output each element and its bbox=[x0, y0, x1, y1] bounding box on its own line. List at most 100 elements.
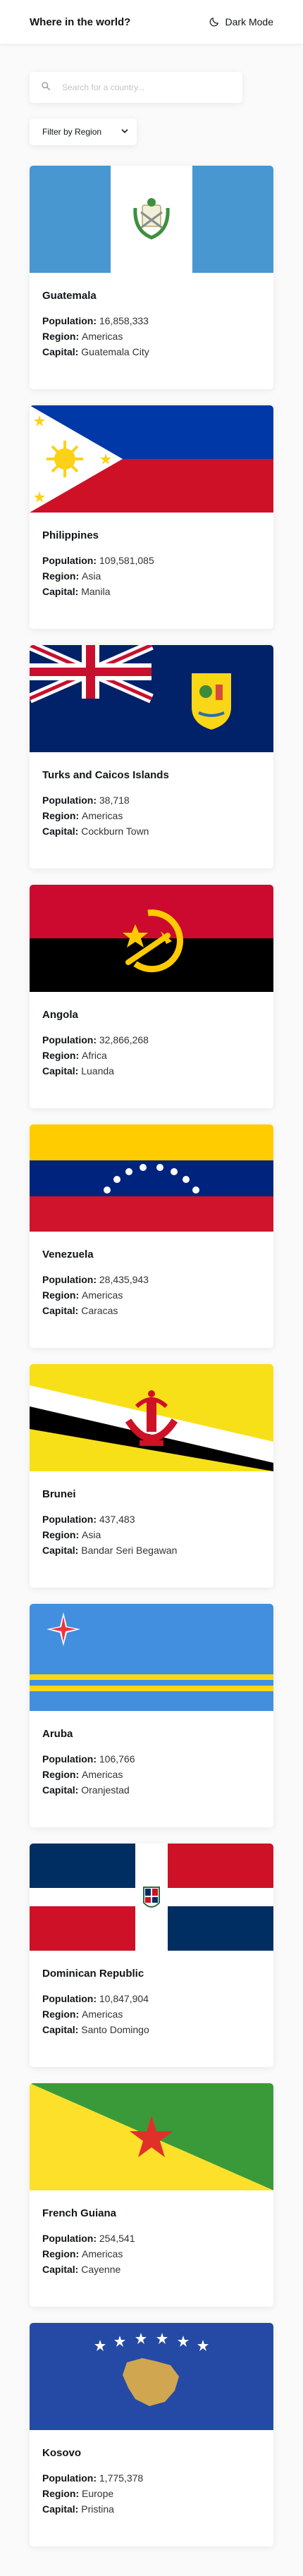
flag-guatemala bbox=[30, 166, 273, 273]
capital-value: Cayenne bbox=[81, 2264, 121, 2275]
region-filter-select[interactable]: Filter by Region bbox=[30, 118, 137, 145]
capital-label: Capital: bbox=[42, 586, 79, 597]
capital-value: Santo Domingo bbox=[81, 2024, 149, 2035]
country-card[interactable]: Brunei Population: 437,483 Region: Asia … bbox=[30, 1364, 273, 1588]
population-label: Population: bbox=[42, 2233, 97, 2244]
flag-venezuela bbox=[30, 1124, 273, 1232]
population-label: Population: bbox=[42, 555, 97, 566]
region-line: Region: Asia bbox=[42, 568, 261, 584]
region-label: Region: bbox=[42, 331, 80, 342]
population-value: 109,581,085 bbox=[99, 555, 154, 566]
search-icon bbox=[41, 81, 51, 94]
region-line: Region: Africa bbox=[42, 1048, 261, 1063]
dark-mode-label: Dark Mode bbox=[225, 16, 273, 27]
population-line: Population: 38,718 bbox=[42, 792, 261, 808]
region-line: Region: Americas bbox=[42, 2246, 261, 2262]
population-line: Population: 254,541 bbox=[42, 2231, 261, 2246]
region-value: Asia bbox=[82, 1529, 101, 1540]
capital-value: Oranjestad bbox=[81, 1784, 130, 1796]
country-name: Dominican Republic bbox=[42, 1968, 144, 1980]
flag-aruba bbox=[30, 1604, 273, 1711]
population-value: 254,541 bbox=[99, 2233, 135, 2244]
population-line: Population: 28,435,943 bbox=[42, 1272, 261, 1287]
capital-value: Cockburn Town bbox=[81, 826, 149, 837]
region-value: Americas bbox=[82, 2008, 123, 2020]
capital-line: Capital: Cockburn Town bbox=[42, 823, 261, 839]
population-line: Population: 109,581,085 bbox=[42, 553, 261, 568]
region-label: Region: bbox=[42, 1769, 80, 1780]
population-value: 1,775,378 bbox=[99, 2472, 144, 2484]
capital-value: Guatemala City bbox=[81, 346, 149, 357]
app-title[interactable]: Where in the world? bbox=[30, 16, 130, 28]
country-card[interactable]: Philippines Population: 109,581,085 Regi… bbox=[30, 405, 273, 629]
capital-value: Pristina bbox=[81, 2503, 114, 2515]
population-label: Population: bbox=[42, 315, 97, 326]
app-header: Where in the world? Dark Mode bbox=[0, 0, 303, 44]
region-line: Region: Asia bbox=[42, 1527, 261, 1542]
dark-mode-toggle[interactable]: Dark Mode bbox=[209, 16, 273, 27]
capital-line: Capital: Cayenne bbox=[42, 2262, 261, 2277]
capital-line: Capital: Oranjestad bbox=[42, 1782, 261, 1798]
country-name: French Guiana bbox=[42, 2207, 117, 2219]
population-line: Population: 106,766 bbox=[42, 1751, 261, 1767]
country-card[interactable]: Aruba Population: 106,766 Region: Americ… bbox=[30, 1604, 273, 1827]
country-name: Turks and Caicos Islands bbox=[42, 769, 169, 781]
population-label: Population: bbox=[42, 795, 97, 806]
capital-label: Capital: bbox=[42, 1784, 79, 1796]
population-label: Population: bbox=[42, 1274, 97, 1285]
search-box[interactable] bbox=[30, 72, 242, 103]
chevron-down-icon bbox=[121, 127, 128, 137]
country-card[interactable]: Angola Population: 32,866,268 Region: Af… bbox=[30, 885, 273, 1108]
population-line: Population: 437,483 bbox=[42, 1511, 261, 1527]
country-card[interactable]: French Guiana Population: 254,541 Region… bbox=[30, 2083, 273, 2307]
capital-label: Capital: bbox=[42, 2503, 79, 2515]
country-card[interactable]: Kosovo Population: 1,775,378 Region: Eur… bbox=[30, 2323, 273, 2546]
population-value: 10,847,904 bbox=[99, 1993, 149, 2004]
flag-turks-and-caicos bbox=[30, 645, 273, 752]
capital-label: Capital: bbox=[42, 826, 79, 837]
capital-label: Capital: bbox=[42, 1305, 79, 1316]
flag-brunei bbox=[30, 1364, 273, 1471]
country-name: Angola bbox=[42, 1009, 78, 1021]
region-line: Region: Americas bbox=[42, 1767, 261, 1782]
search-input[interactable] bbox=[61, 82, 231, 93]
region-label: Region: bbox=[42, 2248, 80, 2259]
capital-line: Capital: Manila bbox=[42, 584, 261, 599]
region-value: Americas bbox=[82, 1289, 123, 1301]
country-card[interactable]: Venezuela Population: 28,435,943 Region:… bbox=[30, 1124, 273, 1348]
country-name: Aruba bbox=[42, 1728, 73, 1740]
capital-value: Caracas bbox=[81, 1305, 118, 1316]
flag-kosovo bbox=[30, 2323, 273, 2430]
country-card[interactable]: Guatemala Population: 16,858,333 Region:… bbox=[30, 166, 273, 389]
region-filter-label: Filter by Region bbox=[42, 127, 102, 137]
population-line: Population: 16,858,333 bbox=[42, 313, 261, 329]
capital-label: Capital: bbox=[42, 1545, 79, 1556]
population-value: 16,858,333 bbox=[99, 315, 149, 326]
region-value: Africa bbox=[82, 1050, 107, 1061]
capital-label: Capital: bbox=[42, 1065, 79, 1077]
population-value: 32,866,268 bbox=[99, 1034, 149, 1045]
capital-line: Capital: Luanda bbox=[42, 1063, 261, 1079]
population-line: Population: 10,847,904 bbox=[42, 1991, 261, 2006]
country-name: Guatemala bbox=[42, 290, 97, 302]
country-name: Venezuela bbox=[42, 1249, 94, 1261]
flag-dominican-republic bbox=[30, 1844, 273, 1951]
population-label: Population: bbox=[42, 1993, 97, 2004]
region-label: Region: bbox=[42, 810, 80, 821]
capital-line: Capital: Santo Domingo bbox=[42, 2022, 261, 2037]
capital-line: Capital: Caracas bbox=[42, 1303, 261, 1318]
population-value: 38,718 bbox=[99, 795, 130, 806]
capital-line: Capital: Pristina bbox=[42, 2501, 261, 2517]
region-line: Region: Europe bbox=[42, 2486, 261, 2501]
country-name: Kosovo bbox=[42, 2447, 82, 2459]
country-list: Guatemala Population: 16,858,333 Region:… bbox=[30, 166, 273, 2563]
capital-value: Luanda bbox=[81, 1065, 114, 1077]
population-line: Population: 32,866,268 bbox=[42, 1032, 261, 1048]
moon-icon bbox=[209, 16, 220, 27]
capital-label: Capital: bbox=[42, 2024, 79, 2035]
country-card[interactable]: Dominican Republic Population: 10,847,90… bbox=[30, 1844, 273, 2067]
flag-angola bbox=[30, 885, 273, 992]
population-label: Population: bbox=[42, 2472, 97, 2484]
country-card[interactable]: Turks and Caicos Islands Population: 38,… bbox=[30, 645, 273, 869]
region-value: Americas bbox=[82, 2248, 123, 2259]
